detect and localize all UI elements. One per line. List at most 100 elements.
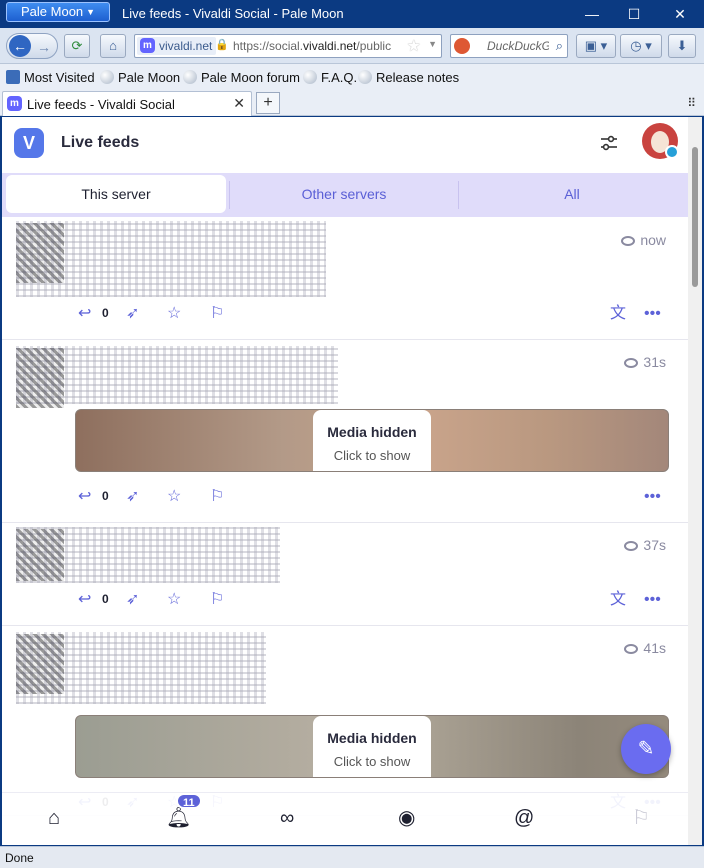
bookmark-faq[interactable]: F.A.Q. (303, 70, 357, 85)
bookmarks-nav-icon[interactable]: ⚐ (632, 807, 650, 829)
search-placeholder: DuckDuckGo (487, 39, 549, 53)
bookmark-pale-moon[interactable]: Pale Moon (100, 70, 180, 85)
mastodon-icon: m (7, 96, 22, 111)
bookmark-most-visited[interactable]: Most Visited (6, 70, 95, 85)
scrollbar-thumb[interactable] (692, 147, 698, 287)
post-content-redacted (16, 346, 338, 404)
reply-icon[interactable]: ↩ (78, 487, 91, 507)
binoculars-icon[interactable]: ∞ (280, 807, 294, 829)
url-dropdown-icon[interactable]: ▼ (428, 39, 437, 49)
post-timestamp[interactable]: 37s (624, 537, 666, 553)
bookmark-star-icon[interactable]: ★ (407, 36, 421, 56)
post-timestamp[interactable]: 31s (624, 354, 666, 370)
media-hidden-title: Media hidden (327, 730, 417, 746)
star-icon[interactable]: ☆ (167, 487, 181, 507)
mastodon-icon: m (140, 38, 155, 53)
media-hidden-card[interactable]: Media hidden Click to show (313, 716, 431, 777)
bookmark-icon[interactable]: ⚐ (210, 590, 224, 610)
app-menu-button[interactable]: Pale Moon ▼ (6, 2, 110, 22)
bottom-navigation: ⌂ 🔔︎ 11 ∞ ◉ @ ⚐ (2, 792, 688, 844)
at-icon[interactable]: @ (514, 807, 534, 829)
post-content-redacted (16, 221, 326, 297)
search-icon[interactable]: ⌕ (556, 38, 563, 54)
post[interactable]: 41s Media hidden Click to show ↩ 0 ➶ ☆ ⚐… (2, 626, 688, 816)
bookmark-release-notes[interactable]: Release notes (358, 70, 459, 85)
chevron-down-icon: ▼ (86, 7, 95, 17)
globe-icon (100, 70, 114, 84)
planet-icon[interactable]: ◉ (398, 807, 415, 829)
page-scrollbar[interactable] (688, 117, 702, 845)
more-icon[interactable]: ••• (644, 590, 661, 610)
bookmarks-toolbar: Most Visited Pale Moon Pale Moon forum F… (0, 64, 704, 90)
vivaldi-logo-icon[interactable]: V (14, 128, 44, 158)
more-icon[interactable]: ••• (644, 304, 661, 324)
home-button[interactable]: ⌂ (100, 34, 126, 58)
status-bar: Done (0, 846, 704, 868)
media-hidden-overlay[interactable]: Media hidden Click to show (75, 715, 669, 778)
post[interactable]: 31s Media hidden Click to show ↩ 0 ➶ ☆ ⚐… (2, 340, 688, 523)
media-click-to-show[interactable]: Click to show (313, 754, 431, 769)
forward-button[interactable]: → (37, 36, 51, 58)
reply-icon[interactable]: ↩ (78, 304, 91, 324)
tab-this-server[interactable]: This server (6, 175, 226, 213)
rocket-icon[interactable]: ➶ (126, 304, 139, 324)
tab-divider (229, 181, 230, 209)
translate-icon[interactable]: 文 (610, 590, 626, 610)
window-title: Live feeds - Vivaldi Social - Pale Moon (122, 6, 344, 21)
back-forward-group: ← → (6, 33, 58, 59)
globe-icon (358, 70, 372, 84)
bookmark-pale-moon-forum[interactable]: Pale Moon forum (183, 70, 300, 85)
rocket-icon[interactable]: ➶ (126, 590, 139, 610)
tab-other-servers[interactable]: Other servers (232, 175, 456, 213)
history-button[interactable]: ◷ ▾ (620, 34, 662, 58)
reply-icon[interactable]: ↩ (78, 590, 91, 610)
site-identity[interactable]: m vivaldi.net (137, 37, 217, 55)
post-timestamp[interactable]: now (621, 232, 666, 248)
bookmark-icon[interactable]: ⚐ (210, 304, 224, 324)
more-icon[interactable]: ••• (644, 487, 661, 507)
url-bar[interactable]: m vivaldi.net 🔒 https://social.vivaldi.n… (134, 34, 442, 58)
notification-count-badge: 11 (176, 793, 202, 809)
rocket-icon[interactable]: ➶ (126, 487, 139, 507)
globe-icon (183, 70, 197, 84)
post-actions: ↩ 0 ➶ ☆ ⚐ 文 ••• (78, 590, 668, 610)
duckduckgo-icon[interactable] (454, 38, 470, 54)
minimize-button[interactable]: — (578, 4, 606, 24)
home-icon[interactable]: ⌂ (48, 807, 60, 829)
reload-button[interactable]: ⟳ (64, 34, 90, 58)
all-tabs-icon[interactable]: ⠿ (687, 96, 696, 110)
compose-button[interactable]: ✎ (621, 724, 671, 774)
close-window-button[interactable]: ✕ (666, 4, 694, 24)
post-timestamp[interactable]: 41s (624, 640, 666, 656)
maximize-button[interactable]: ☐ (620, 4, 648, 24)
media-click-to-show[interactable]: Click to show (313, 448, 431, 463)
feather-icon: ✎ (637, 738, 655, 760)
globe-icon (624, 644, 639, 654)
media-hidden-card[interactable]: Media hidden Click to show (313, 410, 431, 471)
search-bar[interactable]: DuckDuckGo ⌕ (450, 34, 568, 58)
navigation-toolbar: ← → ⟳ ⌂ m vivaldi.net 🔒 https://social.v… (0, 28, 704, 64)
bookmark-icon[interactable]: ⚐ (210, 487, 224, 507)
star-icon[interactable]: ☆ (167, 304, 181, 324)
post-actions: ↩ 0 ➶ ☆ ⚐ ••• (78, 487, 668, 507)
tab-live-feeds[interactable]: m Live feeds - Vivaldi Social ✕ (2, 91, 252, 116)
window-titlebar: Pale Moon ▼ Live feeds - Vivaldi Social … (0, 0, 704, 28)
globe-icon (621, 236, 636, 246)
media-hidden-overlay[interactable]: Media hidden Click to show (75, 409, 669, 472)
new-tab-button[interactable]: + (256, 92, 280, 114)
tab-all[interactable]: All (460, 175, 684, 213)
post-content-redacted (16, 632, 266, 704)
back-button[interactable]: ← (9, 35, 31, 57)
web-page: V Live feeds This server Other servers A… (2, 117, 702, 845)
bookmarks-menu-button[interactable]: ▣ ▾ (576, 34, 616, 58)
globe-icon (303, 70, 317, 84)
star-icon[interactable]: ☆ (167, 590, 181, 610)
url-text[interactable]: https://social.vivaldi.net/public (233, 39, 401, 53)
downloads-button[interactable]: ⬇ (668, 34, 696, 58)
close-tab-button[interactable]: ✕ (233, 95, 245, 112)
post[interactable]: 37s ↩ 0 ➶ ☆ ⚐ 文 ••• (2, 523, 688, 626)
app-header: V Live feeds (2, 117, 688, 173)
translate-icon[interactable]: 文 (610, 304, 626, 324)
filter-settings-icon[interactable] (600, 135, 618, 151)
post[interactable]: now ↩ 0 ➶ ☆ ⚐ 文 ••• (2, 217, 688, 340)
